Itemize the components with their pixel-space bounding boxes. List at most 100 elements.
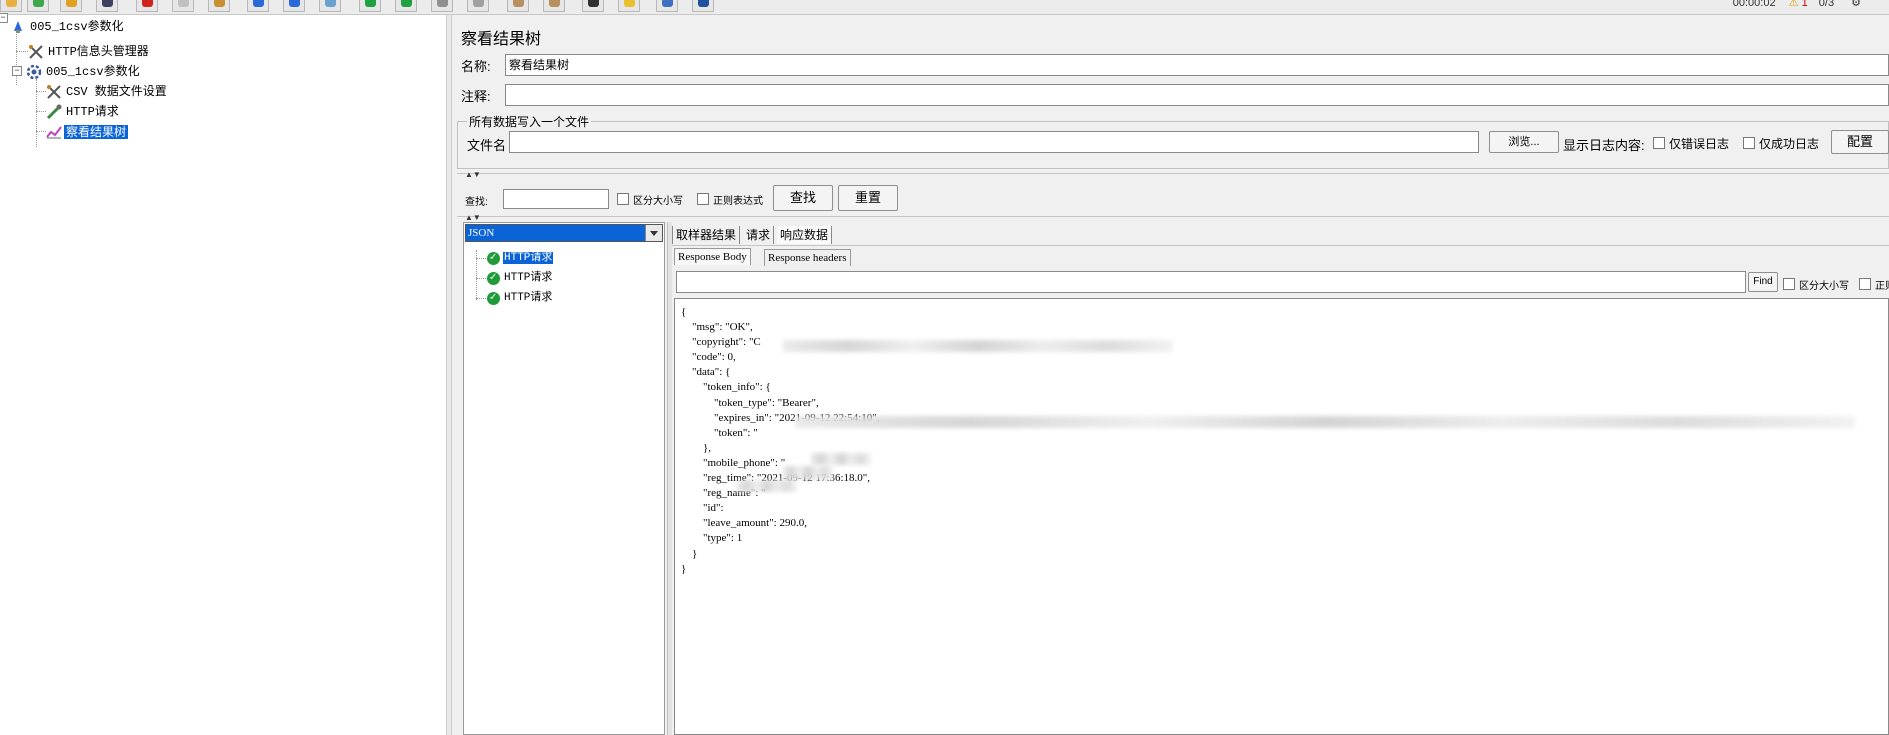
chevron-down-icon[interactable] (645, 225, 662, 241)
comment-field[interactable] (505, 84, 1889, 106)
divider (457, 216, 1889, 217)
remote-icon[interactable]: ⚙ (1851, 0, 1861, 9)
file-name-label: 文件名 (467, 138, 507, 153)
wrench-icon (28, 44, 44, 60)
shutdown-icon[interactable] (467, 0, 489, 12)
clear-all-icon[interactable] (543, 0, 565, 12)
sample-item[interactable]: HTTP请求 (487, 289, 553, 307)
sample-label: HTTP请求 (504, 292, 553, 305)
body-case-checkbox[interactable]: 区分大小写 (1783, 277, 1849, 292)
success-icon (487, 249, 500, 267)
body-search-input[interactable] (676, 271, 1746, 293)
sample-item[interactable]: HTTP请求 (487, 269, 553, 287)
tab-sampler-result[interactable]: 取样器结果 (672, 226, 741, 244)
reset-search-icon[interactable] (618, 0, 640, 12)
collapse-toggle[interactable]: − (12, 66, 22, 76)
warning-count: 1 (1801, 0, 1808, 9)
checkbox-label: 正则表达式 (713, 196, 763, 207)
collapse-icon[interactable] (283, 0, 305, 12)
tree-item-thread-group[interactable]: 005_1csv参数化 (26, 62, 142, 80)
checkbox-box (1783, 278, 1795, 290)
thread-count: 0/3 (1818, 0, 1835, 9)
start-icon[interactable] (359, 0, 381, 12)
tree-guide (476, 278, 486, 279)
collapse-arrows-icon[interactable]: ▲▼ (465, 213, 481, 222)
renderer-selected: JSON (468, 227, 495, 239)
tree-item-view-results-tree[interactable]: 察看结果树 (46, 122, 129, 140)
tree-item-csv-config[interactable]: CSV 数据文件设置 (46, 82, 169, 100)
checkbox-box (617, 193, 629, 205)
search-find-button[interactable]: 查找 (773, 185, 833, 211)
tree-guide (36, 79, 37, 147)
paste-icon[interactable] (208, 0, 230, 12)
pipette-icon (46, 104, 62, 120)
browse-button[interactable]: 浏览... (1489, 131, 1559, 153)
errors-only-checkbox[interactable]: 仅错误日志 (1653, 135, 1729, 152)
graph-icon (46, 124, 62, 140)
new-icon[interactable] (0, 0, 22, 12)
run-status: 00:00:02 ⚠ 1 0/3 ⚙ (1733, 0, 1861, 9)
checkbox-label: 仅成功日志 (1759, 137, 1820, 151)
elapsed-timer: 00:00:02 (1732, 0, 1776, 9)
checkbox-box (1743, 137, 1755, 149)
toggle-icon[interactable] (319, 0, 341, 12)
sample-label: HTTP请求 (503, 252, 554, 265)
tab-request[interactable]: 请求 (743, 226, 775, 244)
redacted-value (783, 340, 1173, 352)
checkbox-label: 区分大小写 (1799, 281, 1849, 292)
copy-icon[interactable] (172, 0, 194, 12)
collapse-toggle[interactable]: − (0, 13, 8, 23)
body-find-button[interactable]: Find (1748, 272, 1778, 292)
panel-splitter[interactable] (446, 15, 452, 735)
response-body-viewer[interactable]: { "msg": "OK", "copyright": "C "code": 0… (674, 298, 1889, 735)
start-no-pause-icon[interactable] (395, 0, 417, 12)
tab-response-headers[interactable]: Response headers (764, 249, 851, 266)
stop-icon[interactable] (431, 0, 453, 12)
results-splitter[interactable] (667, 222, 672, 735)
expand-icon[interactable] (247, 0, 269, 12)
help-icon[interactable] (692, 0, 714, 12)
redacted-value (811, 453, 871, 465)
gear-icon (26, 64, 42, 80)
name-label: 名称: (461, 59, 491, 74)
tree-item-label: 察看结果树 (64, 124, 129, 139)
function-helper-icon[interactable] (656, 0, 678, 12)
collapse-arrows-icon[interactable]: ▲▼ (465, 170, 481, 179)
file-name-field[interactable] (509, 131, 1479, 153)
test-plan-icon (10, 19, 26, 35)
sample-item[interactable]: HTTP请求 (487, 249, 554, 267)
configure-button[interactable]: 配置 (1831, 130, 1889, 154)
tree-item-test-plan[interactable]: 005_1csv参数化 (10, 17, 126, 35)
search-label: 查找: (465, 197, 488, 208)
tree-item-label: HTTP请求 (66, 104, 119, 119)
file-group-legend: 所有数据写入一个文件 (467, 113, 592, 130)
checkbox-box (1653, 137, 1665, 149)
toolbar: 00:00:02 ⚠ 1 0/3 ⚙ (0, 0, 1889, 15)
save-icon[interactable] (96, 0, 118, 12)
tree-item-http-request[interactable]: HTTP请求 (46, 102, 121, 120)
search-reset-button[interactable]: 重置 (838, 185, 898, 211)
redacted-value (737, 480, 797, 492)
comment-label: 注释: (461, 89, 491, 104)
clear-icon[interactable] (507, 0, 529, 12)
tree-guide (476, 258, 486, 259)
success-only-checkbox[interactable]: 仅成功日志 (1743, 135, 1819, 152)
search-regex-checkbox[interactable]: 正则表达式 (697, 192, 763, 207)
tree-item-header-manager[interactable]: HTTP信息头管理器 (28, 42, 151, 60)
search-case-checkbox[interactable]: 区分大小写 (617, 192, 683, 207)
renderer-select[interactable]: JSON (465, 224, 663, 242)
tab-response-body[interactable]: Response Body (674, 248, 751, 265)
open-icon[interactable] (60, 0, 82, 12)
search-input[interactable] (503, 189, 609, 209)
view-results-tree-panel: 察看结果树 名称: 察看结果树 注释: 所有数据写入一个文件 文件名 浏览...… (453, 15, 1889, 735)
warning-icon[interactable]: ⚠ (1789, 0, 1799, 9)
search-icon[interactable] (582, 0, 604, 12)
divider (457, 173, 1889, 174)
cut-icon[interactable] (136, 0, 158, 12)
body-regex-checkbox[interactable]: 正则表达式 (1859, 277, 1889, 292)
template-icon[interactable] (27, 0, 49, 12)
log-content-label: 显示日志内容: (1563, 138, 1645, 153)
test-plan-tree: − − 005_1csv参数化 HTTP信息头管理器 005_1csv参数化 C… (0, 13, 446, 735)
tab-response-data[interactable]: 响应数据 (777, 226, 833, 244)
name-field[interactable]: 察看结果树 (505, 54, 1889, 76)
